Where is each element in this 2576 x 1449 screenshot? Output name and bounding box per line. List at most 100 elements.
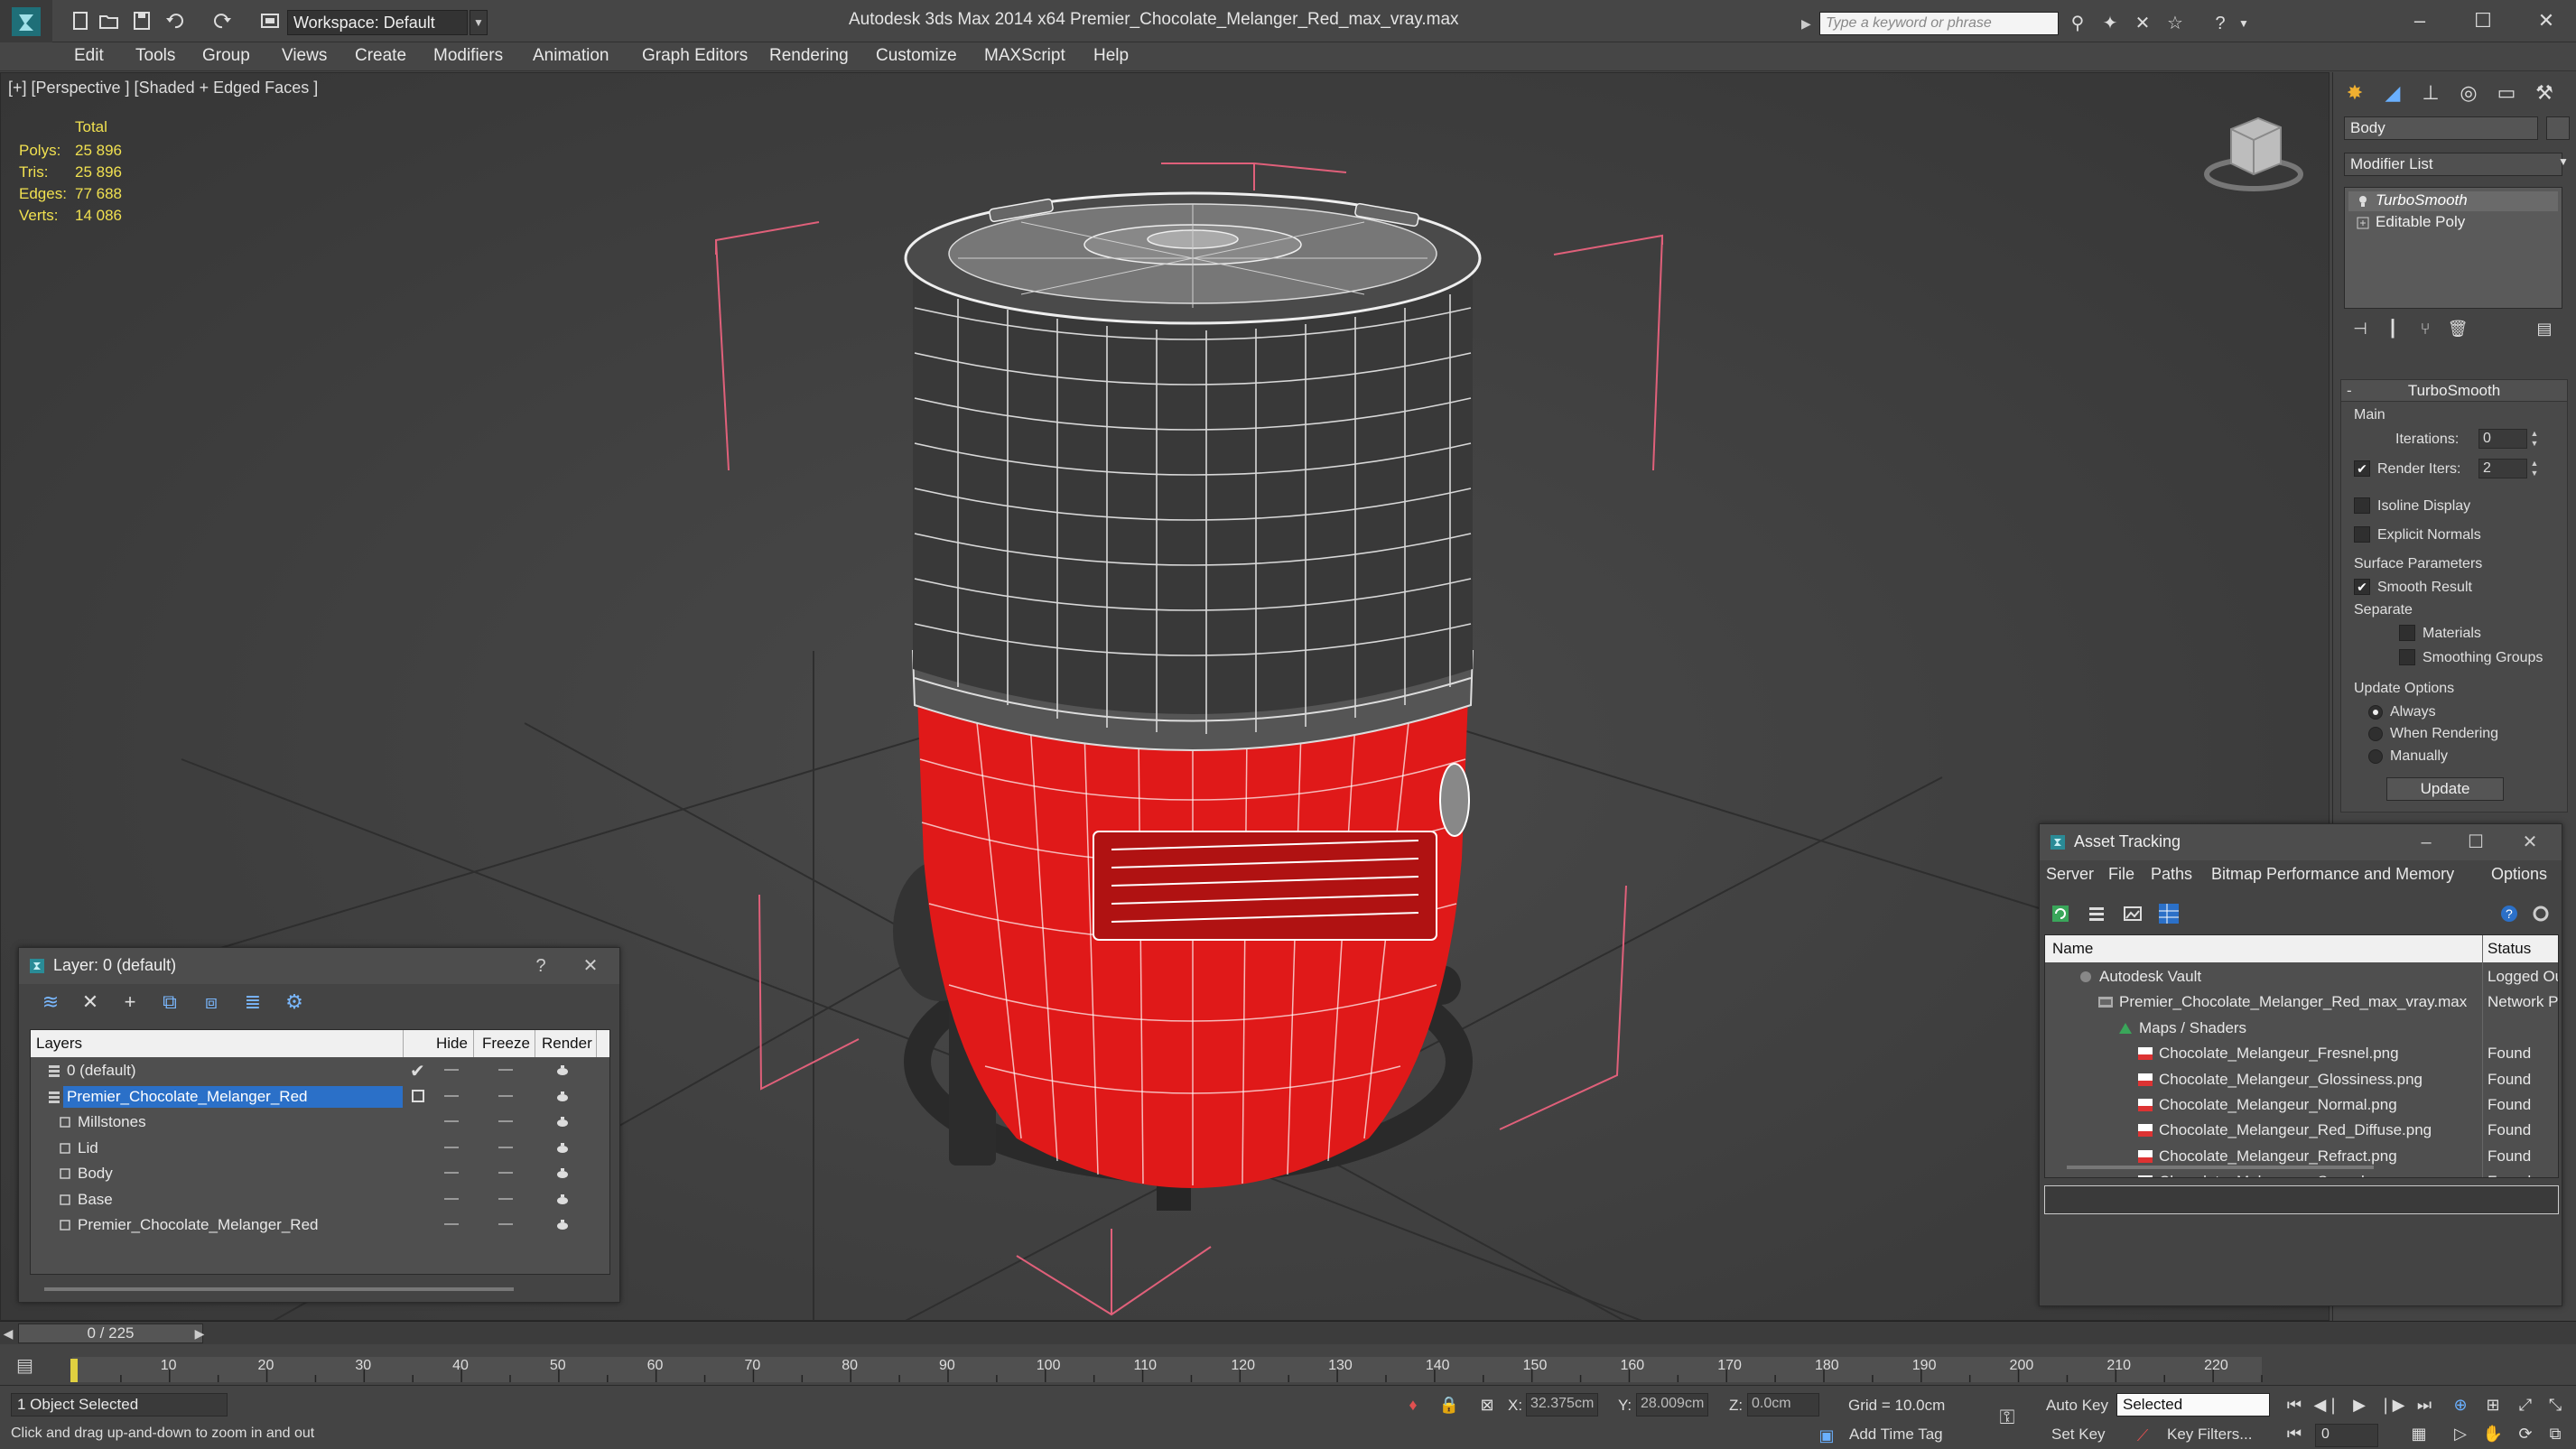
rollout-title[interactable]: - TurboSmooth (2341, 380, 2567, 402)
modify-tab-icon[interactable]: ◢ (2376, 78, 2409, 108)
render-teapot-icon[interactable] (554, 1141, 571, 1154)
hide-toggle[interactable] (444, 1146, 459, 1148)
hide-toggle[interactable] (444, 1197, 459, 1200)
hide-toggle[interactable] (444, 1094, 459, 1097)
isolate-selection-icon[interactable]: ♦ (1401, 1393, 1425, 1416)
undo-icon[interactable] (163, 9, 188, 33)
menu-tools[interactable]: Tools (135, 46, 175, 66)
curve-editor-icon[interactable]: ▤ (16, 1356, 33, 1376)
time-slider[interactable]: 0 / 225 (18, 1324, 203, 1343)
zoom-extents-icon[interactable]: ⤢ (2512, 1393, 2539, 1416)
search-expand-icon[interactable]: ▶ (1801, 12, 1818, 35)
layer-name[interactable]: Premier_Chocolate_Melanger_Red (63, 1085, 403, 1108)
horizontal-scrollbar[interactable] (2067, 1166, 2374, 1169)
manually-radio[interactable] (2368, 749, 2383, 764)
asset-row[interactable]: Chocolate_Melangeur_Fresnel.png Found (2045, 1041, 2558, 1066)
make-unique-icon[interactable]: ⑂ (2413, 320, 2438, 343)
app-logo-icon[interactable] (0, 0, 52, 42)
freeze-toggle[interactable] (498, 1146, 513, 1148)
layer-row[interactable]: Body (31, 1161, 609, 1186)
maximize-viewport-icon[interactable]: ⧉ (2542, 1422, 2569, 1445)
menu-options[interactable]: Options (2491, 865, 2547, 884)
smooth-result-checkbox[interactable]: ✔ (2354, 579, 2370, 595)
zoom-extents-all-icon[interactable]: ⤡ (2542, 1393, 2569, 1416)
zoom-all-icon[interactable]: ⊞ (2479, 1393, 2506, 1416)
menu-server[interactable]: Server (2046, 865, 2094, 884)
settings-icon[interactable] (2527, 900, 2554, 927)
layer-row[interactable]: 0 (default) ✔ (31, 1058, 609, 1083)
hide-toggle[interactable] (444, 1069, 459, 1071)
collapse-icon[interactable]: - (2347, 380, 2352, 402)
menu-create[interactable]: Create (355, 46, 406, 66)
pan-icon[interactable]: ✋ (2479, 1422, 2506, 1445)
freeze-toggle[interactable] (498, 1223, 513, 1225)
lock-selection-icon[interactable]: 🔒 (1437, 1393, 1461, 1416)
menu-views[interactable]: Views (282, 46, 327, 66)
render-teapot-icon[interactable] (554, 1193, 571, 1205)
freeze-toggle[interactable] (498, 1197, 513, 1200)
hide-all-layers-icon[interactable]: ≣ (239, 989, 266, 1016)
freeze-all-layers-icon[interactable]: ⚙ (281, 989, 308, 1016)
layer-name[interactable]: Premier_Chocolate_Melanger_Red (74, 1214, 318, 1236)
hierarchy-tab-icon[interactable]: ⊥ (2414, 78, 2447, 108)
workspace-dropdown[interactable]: Workspace: Default (287, 10, 468, 35)
menu-graph-editors[interactable]: Graph Editors (642, 46, 748, 66)
highlight-layer-icon[interactable]: ⧈ (198, 989, 225, 1016)
key-filters-button[interactable]: Key Filters... (2167, 1426, 2252, 1444)
redo-icon[interactable] (209, 9, 235, 33)
auto-key-button[interactable]: Auto Key (2046, 1397, 2108, 1415)
refresh-icon[interactable] (2047, 900, 2074, 927)
layer-name[interactable]: 0 (default) (63, 1060, 136, 1082)
previous-frame-icon[interactable]: ◀ (0, 1324, 16, 1343)
workspace-arrow-icon[interactable]: ▼ (470, 10, 488, 35)
layer-row[interactable]: Premier_Chocolate_Melanger_Red (31, 1084, 609, 1110)
close-icon[interactable]: ✕ (574, 953, 607, 979)
absolute-mode-icon[interactable]: ⊠ (1475, 1393, 1499, 1416)
binoculars-icon[interactable]: ⚲ (2066, 12, 2089, 35)
menu-edit[interactable]: Edit (74, 46, 104, 66)
layer-row[interactable]: Premier_Chocolate_Melanger_Red (31, 1212, 609, 1238)
hide-toggle[interactable] (444, 1172, 459, 1174)
field-of-view-icon[interactable]: ▷ (2447, 1422, 2474, 1445)
layer-row[interactable]: Base (31, 1187, 609, 1212)
set-key-button[interactable]: Set Key (2051, 1426, 2106, 1444)
asset-row[interactable]: Chocolate_Melangeur_Normal.png Found (2045, 1092, 2558, 1118)
asset-row[interactable]: Autodesk Vault Logged Ou (2045, 964, 2558, 989)
close-button[interactable]: ✕ (2524, 5, 2569, 36)
current-frame-marker[interactable] (70, 1359, 78, 1382)
asset-row[interactable]: Premier_Chocolate_Melanger_Red_max_vray.… (2045, 989, 2558, 1015)
column-freeze[interactable]: Freeze (482, 1035, 530, 1053)
asset-path-field[interactable] (2044, 1185, 2559, 1214)
smoothing-groups-checkbox[interactable] (2399, 649, 2415, 665)
key-mode-icon[interactable]: ⏮ (2281, 1422, 2308, 1445)
new-file-icon[interactable] (68, 9, 93, 33)
asset-row[interactable]: Chocolate_Melangeur_Red_Diffuse.png Found (2045, 1118, 2558, 1143)
lightbulb-icon[interactable] (2356, 194, 2370, 209)
menu-animation[interactable]: Animation (533, 46, 609, 66)
utilities-tab-icon[interactable]: ⚒ (2528, 78, 2561, 108)
help-icon[interactable]: ? (2496, 900, 2523, 927)
key-icon[interactable]: ⚿ (1995, 1406, 2019, 1429)
object-color-swatch[interactable] (2546, 116, 2570, 140)
render-teapot-icon[interactable] (554, 1090, 571, 1102)
minimize-icon[interactable]: – (2410, 830, 2442, 855)
remove-modifier-icon[interactable]: 🗑 (2445, 320, 2470, 343)
help-dropdown-icon[interactable]: ▼ (2232, 12, 2255, 35)
active-layer-check-icon[interactable]: ✔ (410, 1060, 425, 1082)
maximize-button[interactable]: ☐ (2460, 5, 2506, 36)
viewport-label[interactable]: [+] [Perspective ] [Shaded + Edged Faces… (8, 79, 318, 98)
configure-sets-icon[interactable]: ▤ (2532, 320, 2557, 343)
zoom-icon[interactable]: ⊕ (2447, 1393, 2474, 1416)
menu-group[interactable]: Group (202, 46, 250, 66)
x-coord-field[interactable]: 32.375cm (1526, 1393, 1598, 1416)
display-tab-icon[interactable]: ▭ (2490, 78, 2523, 108)
column-status[interactable]: Status (2488, 940, 2531, 958)
dialog-titlebar[interactable]: Asset Tracking – ☐ ✕ (2040, 824, 2562, 860)
add-time-tag-button[interactable]: Add Time Tag (1849, 1426, 1943, 1444)
create-tab-icon[interactable]: ✸ (2339, 78, 2371, 108)
show-end-result-icon[interactable]: ┃ (2380, 320, 2405, 343)
column-render[interactable]: Render (542, 1035, 592, 1053)
menu-bitmap-performance[interactable]: Bitmap Performance and Memory (2211, 865, 2454, 884)
menu-modifiers[interactable]: Modifiers (433, 46, 503, 66)
time-tag-icon[interactable]: ▣ (1815, 1424, 1838, 1447)
